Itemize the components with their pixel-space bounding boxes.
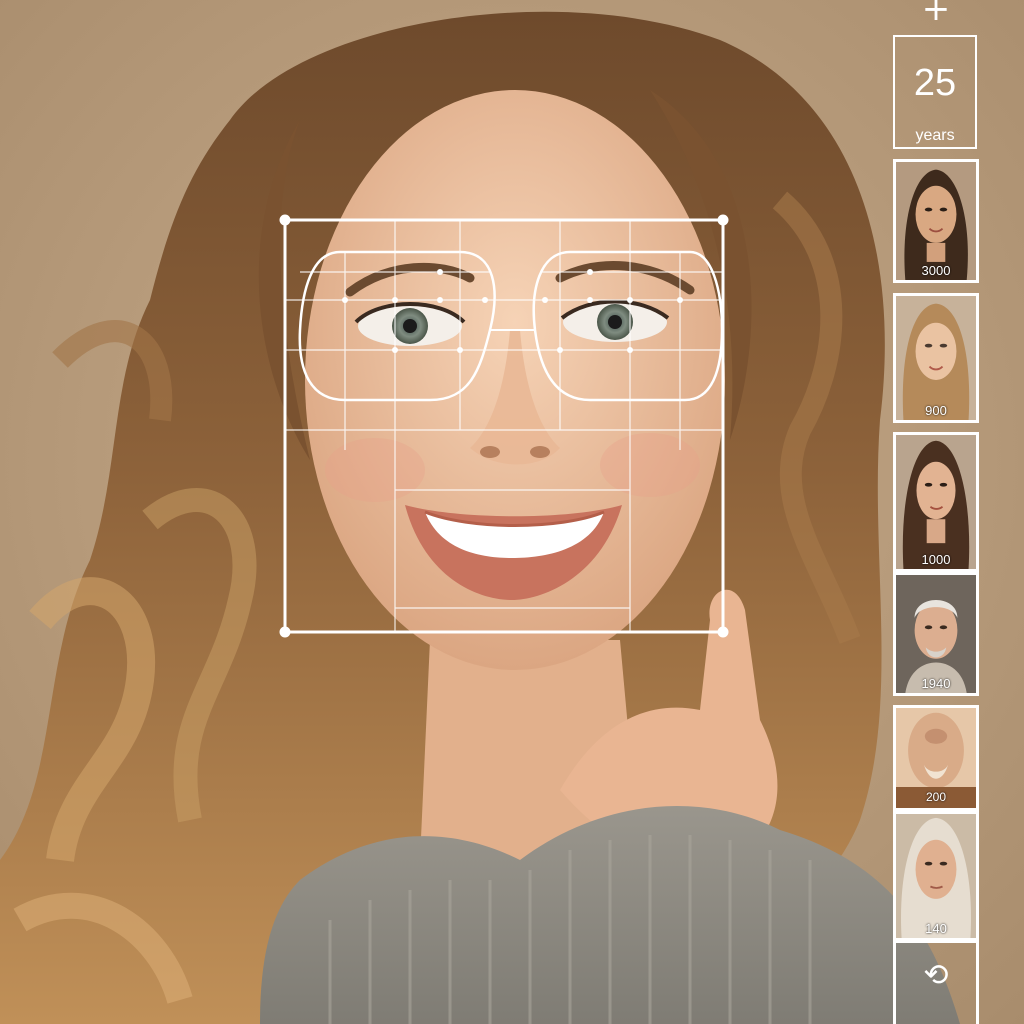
plus-icon: + <box>921 0 951 29</box>
thumbnail-label: 140 <box>925 921 947 936</box>
reset-button[interactable]: ⟲ <box>893 940 979 1024</box>
add-button[interactable]: + <box>918 0 954 26</box>
thumbnail-label: 200 <box>896 787 976 808</box>
age-thumbnail-4[interactable]: 1940 <box>893 572 979 696</box>
thumbnail-label: 3000 <box>921 263 951 278</box>
thumbnail-label: 1000 <box>921 552 951 567</box>
age-thumbnail-1[interactable]: 3000 <box>893 159 979 283</box>
portrait-photo <box>0 0 1024 1024</box>
reset-icon: ⟲ <box>923 959 949 992</box>
age-thumbnail-6[interactable]: 140 <box>893 811 979 941</box>
thumbnail-label: 1940 <box>921 676 951 691</box>
age-thumbnail-3[interactable]: 1000 <box>893 432 979 572</box>
age-value: 25 <box>913 62 957 104</box>
age-thumbnail-5[interactable]: 200 <box>893 705 979 811</box>
thumbnail-label: 900 <box>925 403 947 418</box>
age-thumbnail-2[interactable]: 900 <box>893 293 979 423</box>
age-display: 25 years <box>893 35 977 149</box>
age-unit-label: years <box>915 127 955 144</box>
